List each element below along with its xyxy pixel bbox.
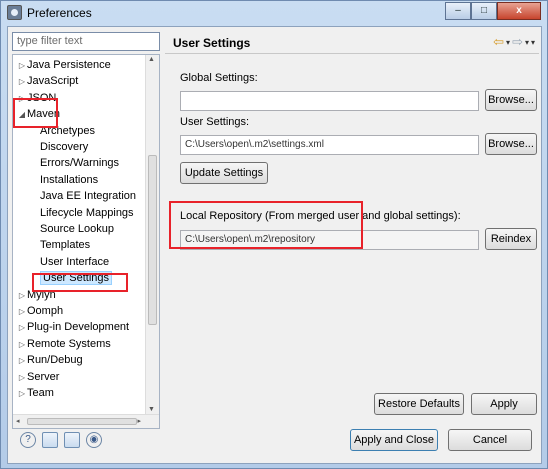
tree-horizontal-scrollbar[interactable]: ◂ ▸ <box>13 414 159 428</box>
tree-item-label: Source Lookup <box>40 223 114 235</box>
tree-item-user-interface[interactable]: User Interface <box>30 254 109 270</box>
back-arrow-icon[interactable]: ⇦ <box>493 34 504 50</box>
expand-toggle-icon[interactable]: ▷ <box>17 353 27 369</box>
tree-item-source-lookup[interactable]: Source Lookup <box>30 221 114 237</box>
tree-item-label: Errors/Warnings <box>40 157 120 170</box>
expand-toggle-icon[interactable]: ▷ <box>17 370 27 386</box>
user-settings-label: User Settings: <box>180 116 250 128</box>
tree-item-label: JavaScript <box>27 75 79 88</box>
tree-item-label: Team <box>27 387 54 399</box>
restore-defaults-button[interactable]: Restore Defaults <box>374 393 464 415</box>
expand-toggle-icon[interactable]: ▷ <box>17 288 27 304</box>
title-bar[interactable]: Preferences – □ x <box>1 1 547 25</box>
tree-item-label: Server <box>27 370 60 383</box>
scroll-right-arrow-icon[interactable]: ▸ <box>137 417 141 425</box>
expand-toggle-icon[interactable]: ▷ <box>17 320 27 336</box>
close-button[interactable]: x <box>497 2 541 20</box>
scroll-thumb[interactable] <box>148 155 157 325</box>
maximize-button[interactable]: □ <box>471 2 497 20</box>
global-settings-label: Global Settings: <box>180 72 258 84</box>
help-icon[interactable]: ? <box>20 432 36 448</box>
tree-item-plug-in-development[interactable]: ▷ Plug-in Development <box>17 319 129 335</box>
update-settings-button[interactable]: Update Settings <box>180 162 268 184</box>
annotation-box-user-settings <box>32 273 128 292</box>
scroll-up-arrow-icon[interactable]: ▲ <box>148 56 155 63</box>
back-dropdown-icon[interactable]: ▾ <box>506 38 510 50</box>
tree-item-run-debug[interactable]: ▷ Run/Debug <box>17 352 83 368</box>
user-browse-button[interactable]: Browse... <box>485 133 537 155</box>
tree-vertical-scrollbar[interactable]: ▲ ▼ <box>145 55 159 414</box>
view-menu-icon[interactable]: ▾ <box>531 38 535 50</box>
import-icon[interactable] <box>42 432 58 448</box>
expand-toggle-icon[interactable]: ▷ <box>17 386 27 402</box>
tree-item-label: Java EE Integration <box>40 190 137 203</box>
user-settings-input[interactable]: C:\Users\open\.m2\settings.xml <box>180 135 479 155</box>
tree-item-errors-warnings[interactable]: Errors/Warnings <box>30 155 119 171</box>
tree-item-oomph[interactable]: ▷ Oomph <box>17 303 63 319</box>
minimize-button[interactable]: – <box>445 2 471 20</box>
expand-toggle-icon[interactable]: ▷ <box>17 58 27 74</box>
tree-item-team[interactable]: ▷ Team <box>17 385 54 401</box>
horizontal-scroll-thumb[interactable] <box>27 418 137 425</box>
forward-dropdown-icon[interactable]: ▾ <box>525 38 529 50</box>
tree-item-label: Discovery <box>40 141 89 153</box>
global-browse-button[interactable]: Browse... <box>485 89 537 111</box>
tree-item-label: User Interface <box>40 255 110 268</box>
window-title: Preferences <box>27 6 92 20</box>
scroll-left-arrow-icon[interactable]: ◂ <box>16 417 20 425</box>
tree-item-label: Installations <box>40 173 99 186</box>
filter-input[interactable]: type filter text <box>12 32 160 51</box>
annotation-box-maven <box>13 98 58 128</box>
page-title: User Settings <box>173 36 251 50</box>
tree-item-templates[interactable]: Templates <box>30 237 90 253</box>
tree-item-label: Plug-in Development <box>27 321 130 334</box>
reindex-button[interactable]: Reindex <box>485 228 537 250</box>
scroll-down-arrow-icon[interactable]: ▼ <box>148 406 155 413</box>
tree-item-discovery[interactable]: Discovery <box>30 139 88 155</box>
tree-item-label: Java Persistence <box>27 59 111 71</box>
tree-item-javascript[interactable]: ▷ JavaScript <box>17 73 78 89</box>
tree-item-server[interactable]: ▷ Server <box>17 369 59 385</box>
tree-item-label: Oomph <box>27 305 64 317</box>
footer-icons: ? ◉ <box>20 432 102 448</box>
tree-item-label: Remote Systems <box>27 337 111 350</box>
tree-item-label: Templates <box>40 239 91 252</box>
eclipse-app-icon <box>7 5 22 20</box>
page-navigation: ⇦ ▾ ⇨ ▾ ▾ <box>493 34 535 50</box>
tree-item-java-persistence[interactable]: ▷ Java Persistence <box>17 57 111 73</box>
tree-item-installations[interactable]: Installations <box>30 172 98 188</box>
page-header: User Settings ⇦ ▾ ⇨ ▾ ▾ <box>165 32 539 54</box>
cancel-button[interactable]: Cancel <box>448 429 532 451</box>
export-icon[interactable] <box>64 432 80 448</box>
apply-and-close-button[interactable]: Apply and Close <box>350 429 438 451</box>
tree-item-remote-systems[interactable]: ▷ Remote Systems <box>17 336 111 352</box>
expand-toggle-icon[interactable]: ▷ <box>17 74 27 90</box>
tree-item-lifecycle-mappings[interactable]: Lifecycle Mappings <box>30 205 134 221</box>
tree-item-label: Run/Debug <box>27 354 83 367</box>
apply-button[interactable]: Apply <box>471 393 537 415</box>
window-controls: – □ x <box>445 2 541 21</box>
expand-toggle-icon[interactable]: ▷ <box>17 304 27 320</box>
expand-toggle-icon[interactable]: ▷ <box>17 337 27 353</box>
preferences-window: Preferences – □ x type filter text ▷ Java… <box>0 0 548 469</box>
tree-item-label: Lifecycle Mappings <box>40 206 134 219</box>
global-settings-input[interactable] <box>180 91 479 111</box>
tree-item-java-ee-integration[interactable]: Java EE Integration <box>30 188 136 204</box>
record-icon[interactable]: ◉ <box>86 432 102 448</box>
forward-arrow-icon[interactable]: ⇨ <box>512 34 523 50</box>
annotation-box-local-repository <box>169 201 363 249</box>
